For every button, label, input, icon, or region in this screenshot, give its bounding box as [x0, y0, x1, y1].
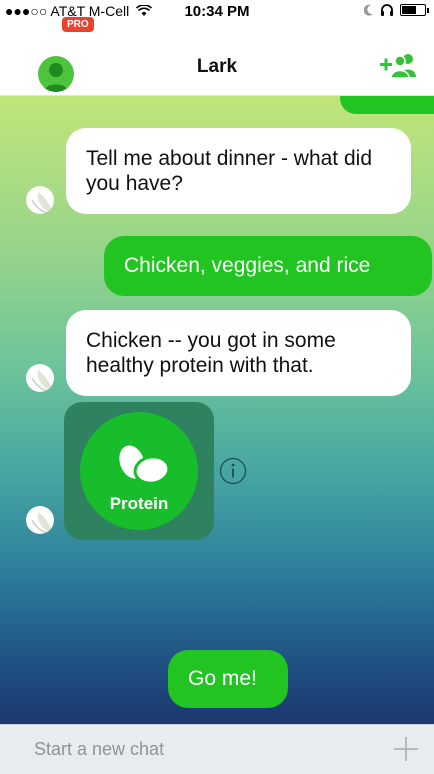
lark-bot-icon	[26, 364, 54, 392]
message-text: Go me!	[188, 667, 257, 690]
bot-message: Chicken -- you got in some healthy prote…	[66, 310, 411, 396]
protein-badge: Protein	[80, 412, 198, 530]
lark-bot-icon	[26, 506, 54, 534]
nav-bar: Lark	[0, 22, 434, 96]
message-text: Tell me about dinner - what did you have…	[86, 147, 372, 195]
add-friend-icon[interactable]	[380, 52, 416, 78]
pro-badge: PRO	[62, 17, 94, 32]
nav-title: Lark	[196, 56, 238, 77]
composer-bar	[0, 724, 434, 774]
message-text: Chicken, veggies, and rice	[124, 254, 371, 277]
moon-icon	[364, 4, 373, 16]
plus-icon[interactable]	[392, 735, 420, 763]
badge-label: Protein	[109, 494, 169, 513]
status-icons	[364, 4, 429, 16]
egg-icon	[119, 445, 171, 485]
user-message: Chicken, veggies, and rice	[104, 236, 432, 296]
info-icon[interactable]	[218, 456, 248, 486]
chat-input[interactable]	[0, 725, 370, 774]
chat-screen: ●●●○○ AT&T M-Cell 10:34 PM Lark PRO Tell…	[0, 0, 434, 774]
protein-badge-card[interactable]: Protein	[64, 402, 214, 540]
battery-icon	[400, 4, 429, 16]
message-text: Chicken -- you got in some healthy prote…	[86, 329, 336, 377]
user-message: Go me!	[168, 650, 288, 708]
headphones-icon	[381, 4, 393, 16]
bot-message: Tell me about dinner - what did you have…	[66, 128, 411, 214]
lark-bot-icon	[26, 186, 54, 214]
